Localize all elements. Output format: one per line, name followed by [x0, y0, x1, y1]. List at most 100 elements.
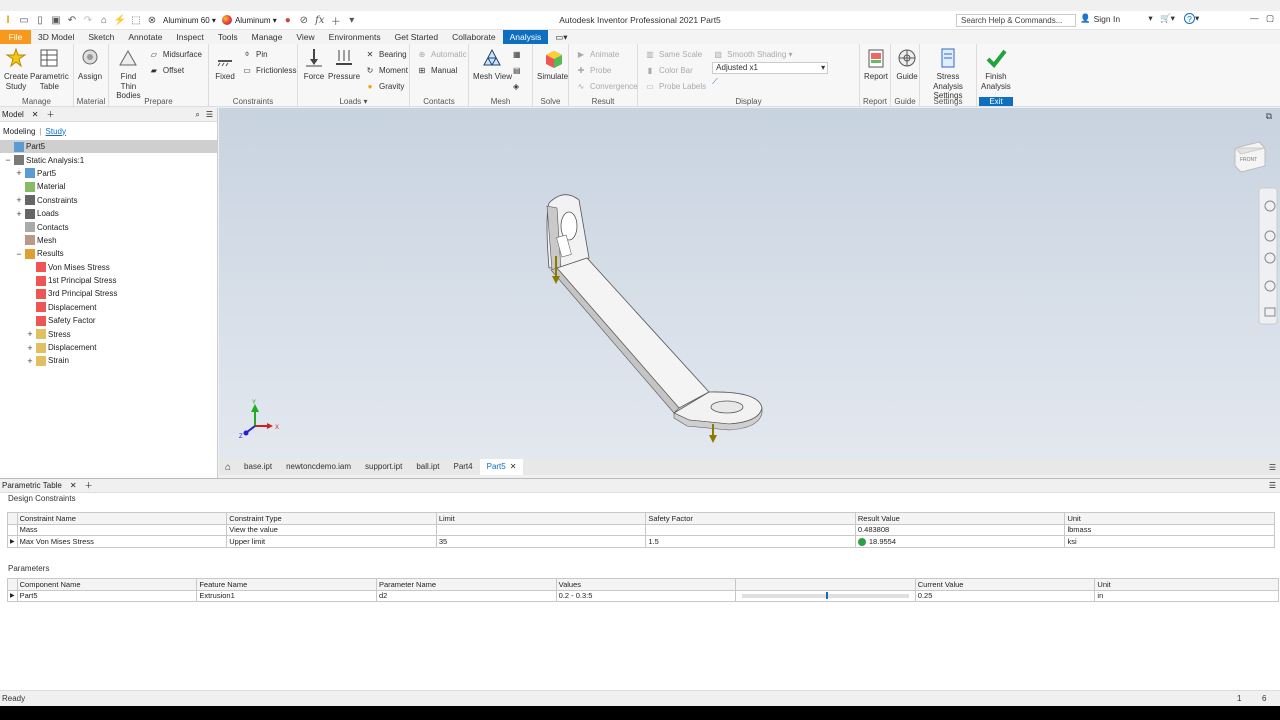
row-marker[interactable]: ▶ — [7, 589, 18, 602]
table-row[interactable]: Mass View the value 0.483808 lbmass — [7, 523, 1275, 536]
pin-button[interactable]: ⌽ Pin — [241, 46, 296, 62]
expand-toggle-icon[interactable]: + — [15, 195, 23, 205]
help-button[interactable]: ? ▾ — [1184, 13, 1199, 24]
tab-study[interactable]: Study — [46, 127, 66, 136]
column-header[interactable]: Current Value — [914, 578, 1096, 591]
table-cell[interactable]: ksi — [1064, 535, 1275, 548]
table-cell[interactable]: Upper limit — [226, 535, 437, 548]
tree-item[interactable]: + Displacement — [0, 341, 217, 354]
customize-icon[interactable]: ▾ — [346, 14, 358, 26]
automatic-button[interactable]: ⊕ Automatic — [416, 46, 467, 62]
table-cell[interactable]: Max Von Mises Stress — [16, 535, 228, 548]
document-tab[interactable]: base.ipt — [237, 459, 279, 475]
expand-toggle-icon[interactable]: + — [26, 329, 34, 339]
same-scale-button[interactable]: ▥ Same Scale — [644, 46, 706, 62]
tree-item[interactable]: 1st Principal Stress — [0, 274, 217, 287]
expand-toggle-icon[interactable]: − — [4, 155, 12, 165]
sign-in-button[interactable]: 👤 Sign In ▾ — [1080, 13, 1153, 24]
document-tab[interactable]: ball.ipt — [409, 459, 446, 475]
create-study-button[interactable]: Create Study — [4, 46, 28, 91]
table-cell[interactable]: 18.9554 — [854, 535, 1066, 548]
column-header[interactable]: Component Name — [16, 578, 198, 591]
tab-tools[interactable]: Tools — [211, 30, 245, 44]
tree-item[interactable]: + Strain — [0, 354, 217, 367]
column-header[interactable]: Unit — [1064, 512, 1275, 525]
expand-toggle-icon[interactable]: + — [26, 356, 34, 366]
simulate-button[interactable]: Simulate — [537, 46, 568, 82]
tab-manage[interactable]: Manage — [245, 30, 290, 44]
color-bar-button[interactable]: ▮ Color Bar — [644, 62, 706, 78]
maximize-viewport-icon[interactable]: ⧉ — [1266, 111, 1272, 122]
tree-item[interactable]: + Loads — [0, 207, 217, 220]
manual-button[interactable]: ⊞ Manual — [416, 62, 467, 78]
update-icon[interactable]: ⚡ — [114, 14, 126, 26]
table-cell[interactable] — [735, 589, 916, 602]
animate-button[interactable]: ▶ Animate — [575, 46, 638, 62]
tab-3d-model[interactable]: 3D Model — [31, 30, 81, 44]
tree-item[interactable]: Material — [0, 180, 217, 193]
stress-analysis-settings-button[interactable]: Stress Analysis Settings — [924, 46, 972, 101]
table-cell[interactable]: lbmass — [1064, 523, 1275, 536]
tree-item[interactable]: 3rd Principal Stress — [0, 287, 217, 300]
table-cell[interactable]: Extrusion1 — [196, 589, 377, 602]
probe-button[interactable]: ✚ Probe — [575, 62, 638, 78]
tab-sketch[interactable]: Sketch — [81, 30, 121, 44]
tree-item[interactable]: − Results — [0, 247, 217, 260]
clear-appearance-icon[interactable]: ⊘ — [298, 14, 310, 26]
document-tab[interactable]: support.ipt — [358, 459, 409, 475]
value-slider[interactable] — [742, 591, 909, 599]
fixed-button[interactable]: Fixed — [213, 46, 237, 82]
force-button[interactable]: Force — [302, 46, 326, 82]
material-select[interactable]: Aluminum 60 ▾ — [160, 13, 219, 27]
tab-collaborate[interactable]: Collaborate — [445, 30, 502, 44]
tree-item[interactable]: + Constraints — [0, 194, 217, 207]
loads-panel-label[interactable]: Loads ▾ — [298, 97, 409, 106]
tab-get-started[interactable]: Get Started — [388, 30, 445, 44]
tree-item[interactable]: + Stress — [0, 327, 217, 340]
row-marker[interactable] — [7, 523, 18, 536]
tab-analysis[interactable]: Analysis — [502, 30, 549, 44]
mesh-view-button[interactable]: Mesh View — [473, 46, 512, 82]
smooth-shading-select[interactable]: ▧ Smooth Shading ▾ — [712, 46, 828, 62]
cart-icon[interactable]: 🛒▾ — [1160, 13, 1175, 24]
tree-item[interactable]: Von Mises Stress — [0, 261, 217, 274]
tree-item[interactable]: Safety Factor — [0, 314, 217, 327]
part-model[interactable] — [546, 194, 763, 431]
column-header[interactable]: Unit — [1094, 578, 1279, 591]
table-cell[interactable]: 0.483808 — [854, 523, 1066, 536]
home-tab-icon[interactable]: ⌂ — [219, 462, 237, 473]
column-header[interactable]: Limit — [435, 512, 647, 525]
tree-item[interactable]: + Part5 — [0, 167, 217, 180]
color-palette-icon[interactable]: ● — [282, 14, 294, 26]
close-panel-icon[interactable]: ✕ — [70, 481, 77, 490]
guide-button[interactable]: Guide — [895, 46, 919, 82]
document-tab[interactable]: Part5 ✕ — [479, 459, 524, 475]
add-panel-icon[interactable]: ＋ — [85, 480, 93, 491]
table-cell[interactable]: in — [1094, 589, 1279, 602]
home-icon[interactable]: ⌂ — [98, 14, 110, 26]
offset-button[interactable]: ▰ Offset — [148, 62, 202, 78]
column-header[interactable]: Safety Factor — [645, 512, 856, 525]
tab-annotate[interactable]: Annotate — [121, 30, 169, 44]
frictionless-button[interactable]: ▭ Frictionless — [241, 62, 296, 78]
save-icon[interactable]: ▣ — [50, 14, 62, 26]
tree-item[interactable]: Mesh — [0, 234, 217, 247]
tabs-menu-icon[interactable]: ☰ — [1269, 463, 1276, 472]
add-icon[interactable]: ＋ — [330, 14, 342, 28]
tree-item[interactable]: Displacement — [0, 301, 217, 314]
expand-toggle-icon[interactable]: + — [15, 209, 23, 219]
fx-icon[interactable]: fx — [314, 14, 326, 26]
menu-icon[interactable]: ☰ — [206, 110, 213, 119]
document-tab[interactable]: newtoncdemo.iam — [279, 459, 358, 475]
viewcube[interactable]: FRONT — [1233, 141, 1266, 173]
deformation-scale-select[interactable]: Adjusted x1 — [712, 62, 829, 74]
panel-menu-icon[interactable]: ☰ — [1269, 481, 1276, 490]
maximize-icon[interactable]: ▢ — [1266, 13, 1274, 24]
gravity-button[interactable]: ● Gravity — [364, 78, 408, 94]
moment-button[interactable]: ↻ Moment — [364, 62, 408, 78]
tab-environments[interactable]: Environments — [322, 30, 388, 44]
table-cell[interactable]: Mass — [16, 523, 228, 536]
display-settings-icon[interactable]: ⟋ — [712, 74, 828, 90]
column-header[interactable]: Values — [555, 578, 737, 591]
close-icon[interactable]: ✕ — [32, 110, 39, 119]
